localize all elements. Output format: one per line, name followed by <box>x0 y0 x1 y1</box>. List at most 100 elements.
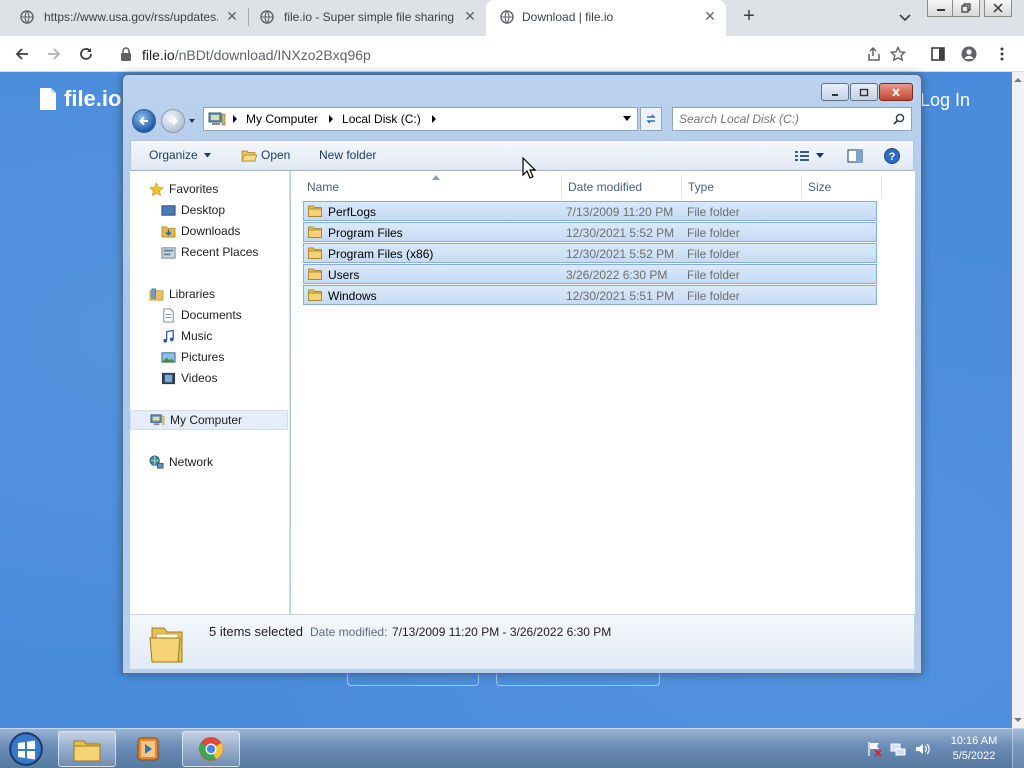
file-name: PerfLogs <box>328 205 377 219</box>
close-icon[interactable]: ✕ <box>462 8 478 24</box>
new-tab-button[interactable]: + <box>738 6 760 28</box>
lock-icon[interactable] <box>120 47 132 61</box>
reload-button[interactable] <box>74 42 98 66</box>
close-window-button[interactable] <box>984 0 1012 17</box>
explorer-address-bar[interactable]: My Computer Local Disk (C:) <box>203 107 638 131</box>
explorer-refresh-button[interactable] <box>640 107 662 131</box>
network-tray-icon[interactable] <box>890 741 906 757</box>
bookmark-button[interactable] <box>888 44 908 64</box>
dialog-close-button[interactable] <box>879 83 913 101</box>
volume-icon[interactable] <box>914 741 930 757</box>
forward-button[interactable] <box>42 42 66 66</box>
tab-file-io-sharing[interactable]: file.io - Super simple file sharing ✕ <box>240 0 486 34</box>
file-name: Users <box>328 268 360 282</box>
nav-pictures[interactable]: Pictures <box>130 347 288 367</box>
globe-icon <box>20 10 34 24</box>
nav-label: Videos <box>181 371 218 385</box>
nav-recent-places[interactable]: Recent Places <box>130 242 288 262</box>
nav-videos[interactable]: Videos <box>130 368 288 388</box>
tab-download-file-io[interactable]: Download | file.io ✕ <box>486 0 726 36</box>
nav-desktop[interactable]: Desktop <box>130 200 288 220</box>
table-row[interactable]: Users 3/26/2022 6:30 PM File folder <box>303 264 877 284</box>
dialog-minimize-button[interactable] <box>821 83 849 101</box>
taskbar-chrome-button[interactable] <box>182 731 240 767</box>
arrow-left-icon <box>139 116 148 126</box>
new-folder-button[interactable]: New folder <box>319 148 376 162</box>
nav-libraries[interactable]: Libraries <box>130 284 288 304</box>
profile-button[interactable] <box>959 44 979 64</box>
table-row[interactable]: PerfLogs 7/13/2009 11:20 PM File folder <box>303 201 877 221</box>
column-label: Type <box>688 180 715 194</box>
nav-music[interactable]: Music <box>130 326 288 346</box>
page-button-outline[interactable] <box>496 672 660 686</box>
column-header-size[interactable]: Size <box>802 175 882 199</box>
login-link[interactable]: Log In <box>920 90 970 111</box>
search-icon[interactable] <box>893 113 905 125</box>
search-input[interactable] <box>679 112 884 126</box>
breadcrumb-my-computer[interactable]: My Computer <box>246 112 318 126</box>
explorer-search-box[interactable] <box>672 107 912 131</box>
scroll-up-icon[interactable] <box>1014 76 1022 84</box>
help-button[interactable]: ? <box>883 147 901 165</box>
tab-usa-gov-rss[interactable]: https://www.usa.gov/rss/updates.xm ✕ <box>0 0 248 34</box>
chevron-right-icon[interactable] <box>232 115 238 123</box>
side-panel-button[interactable] <box>928 44 948 64</box>
details-pane: 5 items selected Date modified: 7/13/200… <box>130 614 914 669</box>
share-button[interactable] <box>864 44 884 64</box>
organize-button[interactable]: Organize <box>149 148 211 162</box>
table-row[interactable]: Program Files 12/30/2021 5:52 PM File fold… <box>303 222 877 242</box>
tab-search-chevron-icon[interactable] <box>897 9 913 25</box>
history-buttons <box>131 107 201 133</box>
chevron-down-icon[interactable] <box>623 116 631 122</box>
view-details-icon <box>795 151 809 161</box>
browser-menu-button[interactable] <box>992 44 1012 64</box>
nav-favorites[interactable]: Favorites <box>130 179 288 199</box>
breadcrumb-local-disk[interactable]: Local Disk (C:) <box>342 112 421 126</box>
file-name: Program Files <box>328 226 403 240</box>
nav-label: Network <box>169 455 214 469</box>
site-logo[interactable]: file.io <box>40 86 121 112</box>
preview-pane-icon <box>847 149 863 163</box>
restore-button[interactable] <box>952 0 980 17</box>
page-button-outline[interactable] <box>347 672 479 686</box>
table-row[interactable]: Windows 12/30/2021 5:51 PM File folder <box>303 285 877 305</box>
explorer-back-button[interactable] <box>132 109 156 133</box>
documents-icon <box>160 307 176 323</box>
minimize-button[interactable] <box>927 0 955 17</box>
back-button[interactable] <box>10 42 34 66</box>
close-icon[interactable]: ✕ <box>224 8 240 24</box>
desktop-icon <box>160 202 176 218</box>
chevron-down-icon <box>203 152 211 157</box>
taskbar-explorer-button[interactable] <box>58 731 116 767</box>
scroll-down-icon[interactable] <box>1014 716 1022 724</box>
browser-toolbar: file.io/nBDt/download/INXzo2Bxq96p <box>0 36 1024 72</box>
page-scrollbar[interactable] <box>1012 72 1024 728</box>
open-button[interactable]: Open <box>241 148 290 162</box>
dialog-maximize-button[interactable] <box>850 83 878 101</box>
new-folder-label: New folder <box>319 148 377 162</box>
taskbar-clock[interactable]: 10:16 AM 5/5/2022 <box>944 734 1004 764</box>
explorer-forward-button[interactable] <box>161 109 185 133</box>
taskbar-media-player-button[interactable] <box>119 731 177 767</box>
preview-pane-button[interactable] <box>846 147 864 165</box>
file-name: Windows <box>328 289 377 303</box>
close-icon[interactable]: ✕ <box>702 8 718 24</box>
nav-label: Music <box>181 329 213 343</box>
recent-pages-chevron-icon[interactable] <box>188 117 196 125</box>
column-header-date-modified[interactable]: Date modified <box>562 175 682 199</box>
nav-documents[interactable]: Documents <box>130 305 288 325</box>
action-center-flag-icon[interactable] <box>866 741 882 757</box>
table-row[interactable]: Program Files (x86) 12/30/2021 5:52 PM Fil… <box>303 243 877 263</box>
windows-start-icon[interactable] <box>6 731 46 767</box>
column-header-type[interactable]: Type <box>682 175 802 199</box>
chevron-right-icon[interactable] <box>328 115 334 123</box>
nav-network[interactable]: Network <box>130 452 288 472</box>
address-bar[interactable]: file.io/nBDt/download/INXzo2Bxq96p <box>108 40 928 68</box>
chevron-right-icon[interactable] <box>431 115 437 123</box>
change-view-button[interactable] <box>791 147 827 165</box>
nav-downloads[interactable]: Downloads <box>130 221 288 241</box>
file-date: 12/30/2021 5:52 PM <box>566 247 675 261</box>
nav-my-computer[interactable]: My Computer <box>130 410 288 430</box>
url-text: file.io/nBDt/download/INXzo2Bxq96p <box>142 47 371 63</box>
show-desktop-button[interactable] <box>1012 729 1024 768</box>
